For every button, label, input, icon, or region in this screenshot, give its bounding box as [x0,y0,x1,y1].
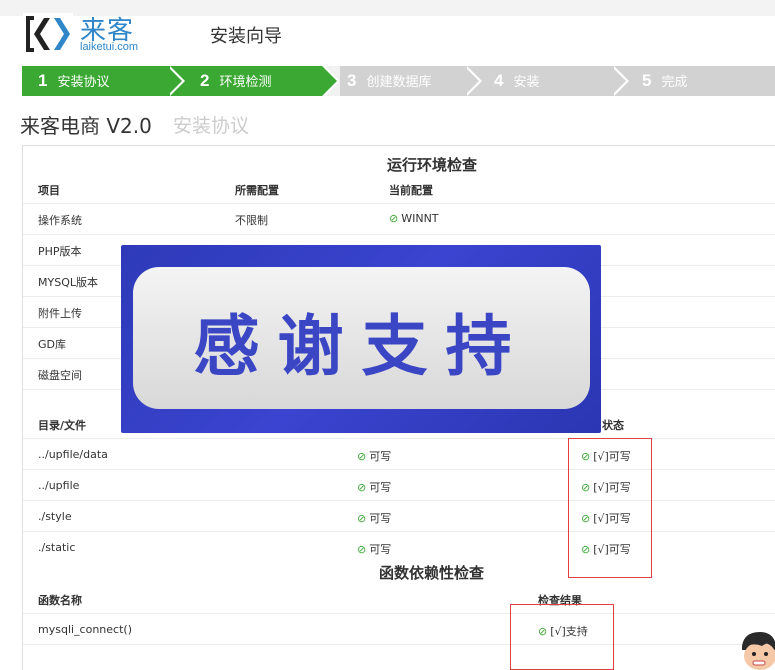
check-circle-icon: ⊘ [357,450,367,463]
func-check-header: 函数名称 检查结果 [23,584,775,614]
step-label: 安装 [513,75,540,90]
status-highlight-box [568,438,652,578]
wizard-title: 安装向导 [210,26,282,47]
step-number: 5 [642,71,652,90]
dir-path: ./style [38,510,72,523]
check-circle-icon: ⊘ [357,481,367,494]
step-1: 1 安装协议 [38,66,109,96]
result-highlight-box [510,604,614,670]
env-check-header: 项目 所需配置 当前配置 [23,176,775,204]
thanks-banner: 感谢支持 [121,245,601,433]
dir-path: ../upfile/data [38,448,108,461]
step-separator [611,66,626,96]
column-header: 状态 [602,419,624,432]
table-row: 操作系统 不限制 ⊘ WINNT [23,204,775,235]
step-number: 2 [200,71,210,90]
step-label: 安装协议 [57,75,110,90]
table-row: ./style ⊘ 可写 ⊘ [√]可写 [23,501,775,532]
dir-required-value: 可写 [369,481,392,494]
table-row: ../upfile/data ⊘ 可写 ⊘ [√]可写 [23,439,775,470]
env-check-title: 运行环境检查 [387,156,478,174]
table-row: ./static ⊘ 可写 ⊘ [√]可写 [23,532,775,563]
env-item: 附件上传 [38,307,82,320]
step-3: 3 创建数据库 [347,66,431,96]
column-header: 函数名称 [38,594,82,607]
dir-required: ⊘ 可写 [357,510,391,526]
thanks-banner-text: 感谢支持 [193,308,530,385]
step-number: 3 [347,71,357,90]
step-2: 2 环境检测 [200,66,271,96]
env-item: PHP版本 [38,245,82,258]
dir-required-value: 可写 [369,512,392,525]
step-label: 创建数据库 [366,75,432,90]
step-separator [167,66,182,96]
page-title: 来客电商 V2.0 [20,114,152,138]
step-label: 完成 [661,75,688,90]
step-5: 5 完成 [642,66,687,96]
check-circle-icon: ⊘ [357,512,367,525]
env-item: 操作系统 [38,214,82,227]
func-check-title: 函数依赖性检查 [379,564,485,582]
dir-path: ./static [38,541,76,554]
step-number: 1 [38,71,48,90]
env-item: MYSQL版本 [38,276,98,289]
page-subtitle: 安装协议 [173,115,250,137]
check-circle-icon: ⊘ [357,543,367,556]
env-required: 不限制 [235,214,268,227]
check-circle-icon: ⊘ [389,212,399,225]
dir-required: ⊘ 可写 [357,541,391,557]
table-row [23,645,775,670]
step-number: 4 [494,71,504,90]
env-item: 磁盘空间 [38,369,82,382]
dir-required: ⊘ 可写 [357,479,391,495]
table-row: ../upfile ⊘ 可写 ⊘ [√]可写 [23,470,775,501]
dir-required-value: 可写 [369,450,392,463]
column-header: 当前配置 [389,184,433,197]
column-header: 所需配置 [235,184,279,197]
laike-logo-icon [23,13,73,55]
step-separator [322,66,337,96]
table-row: mysqli_connect() ⊘ [√]支持 [23,614,775,645]
step-label: 环境检测 [219,75,272,90]
func-name: mysqli_connect() [38,623,132,636]
brand-domain: laiketui.com [80,41,139,53]
env-current: ⊘ WINNT [389,212,439,225]
dir-path: ../upfile [38,479,80,492]
step-4: 4 安装 [494,66,539,96]
dir-required: ⊘ 可写 [357,448,391,464]
mascot-icon [742,632,775,670]
wizard-steps: 1 安装协议 2 环境检测 3 创建数据库 4 安装 5 完成 [22,66,775,96]
thanks-banner-plate: 感谢支持 [133,267,590,409]
column-header: 目录/文件 [38,419,87,432]
step-separator [464,66,479,96]
env-current-value: WINNT [401,212,439,225]
column-header: 项目 [38,184,60,197]
dir-required-value: 可写 [369,543,392,556]
env-item: GD库 [38,338,66,351]
